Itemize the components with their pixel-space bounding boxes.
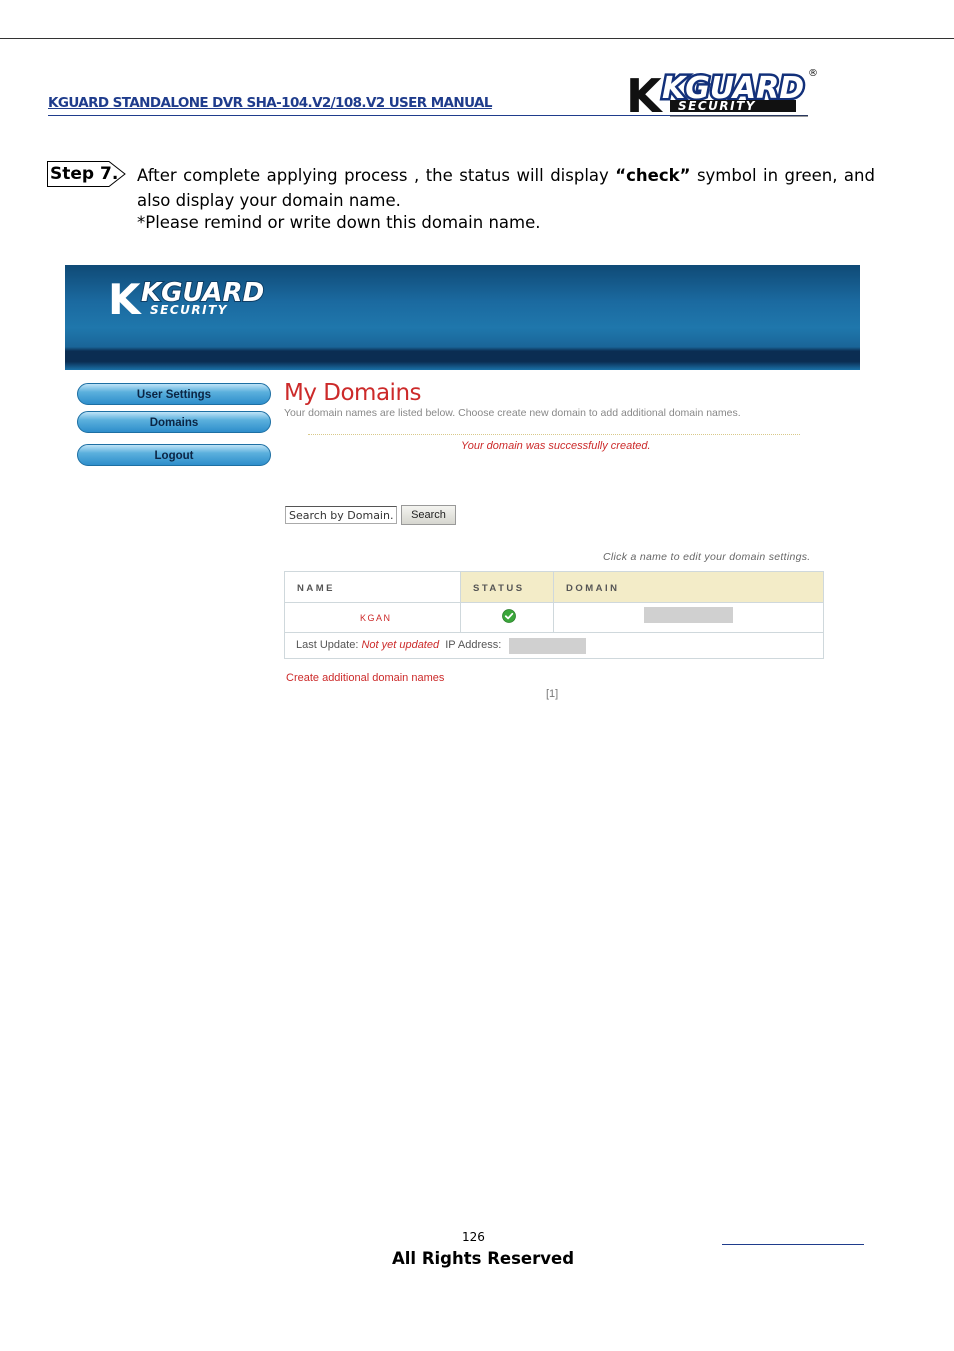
last-update-label: Last Update: (296, 639, 359, 651)
create-domain-link[interactable]: Create additional domain names (286, 672, 444, 684)
top-rule (0, 38, 954, 39)
dotted-divider (308, 434, 800, 435)
nav-user-settings-button[interactable]: User Settings (77, 383, 271, 405)
page-number: 126 (462, 1230, 485, 1244)
click-hint: Click a name to edit your domain setting… (603, 551, 811, 563)
step-instruction: After complete applying process , the st… (137, 163, 875, 213)
column-header-domain: DOMAIN (566, 583, 620, 594)
remind-note: *Please remind or write down this domain… (137, 213, 541, 232)
rights-reserved: All Rights Reserved (392, 1249, 574, 1268)
step-label: Step 7. (50, 164, 119, 184)
search-domain-input[interactable] (285, 506, 397, 524)
logo-k: K (626, 69, 664, 120)
step-text-bold: “check” (615, 166, 691, 185)
success-message: Your domain was successfully created. (461, 440, 651, 452)
logo-security-text: SECURITY (678, 99, 756, 113)
column-header-status: STATUS (473, 583, 525, 594)
banner-logo-security: SECURITY (150, 303, 228, 317)
nav-logout-button[interactable]: Logout (77, 444, 271, 466)
banner-logo: K KGUARD SECURITY (108, 276, 265, 320)
nav-domains-button[interactable]: Domains (77, 411, 271, 433)
pagination[interactable]: [1] (546, 688, 558, 700)
check-icon (502, 609, 516, 623)
last-update-row: Last Update: Not yet updated IP Address: (296, 639, 501, 651)
document-title: KGUARD STANDALONE DVR SHA-104.V2/108.V2 … (48, 95, 492, 111)
footer-link-underline (722, 1244, 864, 1245)
column-header-name: NAME (297, 583, 335, 594)
page-subtitle: Your domain names are listed below. Choo… (284, 407, 741, 419)
banner-logo-k: K (108, 276, 142, 320)
last-update-value: Not yet updated (361, 639, 440, 651)
ip-address-label: IP Address: (445, 639, 502, 651)
ip-address-redacted (509, 638, 586, 654)
page-title: My Domains (284, 380, 422, 406)
search-button[interactable]: Search (401, 505, 456, 525)
domain-value-redacted (644, 607, 733, 623)
row-divider (285, 602, 823, 603)
kguard-logo: K KGUARD SECURITY ® (626, 68, 818, 120)
registered-mark: ® (808, 68, 818, 79)
step-text-before: After complete applying process , the st… (137, 166, 616, 185)
domain-name-link[interactable]: KGAN (360, 613, 392, 623)
row-divider (285, 632, 823, 633)
